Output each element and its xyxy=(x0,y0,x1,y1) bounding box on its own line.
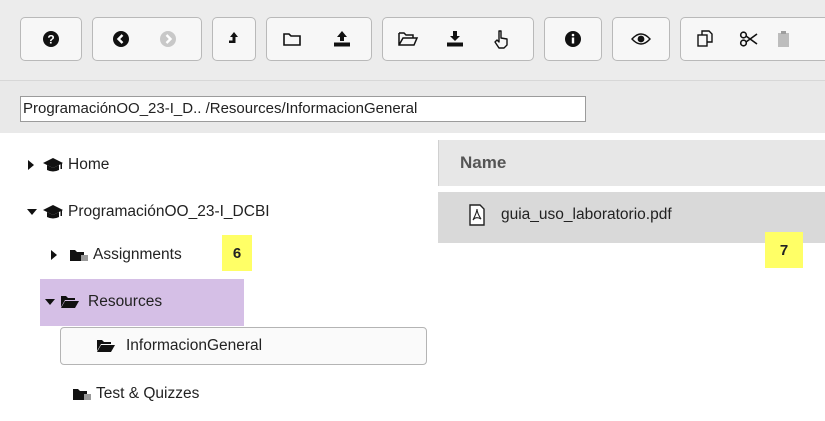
parent-button-group xyxy=(212,17,256,61)
path-field[interactable]: ProgramaciónOO_23-I_D.. /Resources/Infor… xyxy=(20,96,586,122)
open-folder-icon xyxy=(97,340,115,352)
folder-icon xyxy=(73,389,91,400)
open-folder-icon xyxy=(61,296,79,308)
preview-button-group xyxy=(612,17,670,61)
clipboard-button-group xyxy=(680,17,825,61)
toolbar: ? xyxy=(0,0,825,80)
file-name: guia_uso_laboratorio.pdf xyxy=(501,206,672,223)
new-folder-icon xyxy=(283,33,301,46)
select-button[interactable] xyxy=(477,18,527,60)
preview-button[interactable] xyxy=(613,18,669,60)
help-button[interactable]: ? xyxy=(21,18,81,60)
new-folder-button[interactable] xyxy=(267,18,317,60)
tree-item-informacion-general[interactable]: InformacionGeneral xyxy=(96,333,262,359)
paste-button[interactable] xyxy=(769,18,799,60)
tree-item-test-quizzes[interactable]: Test & Quizzes xyxy=(72,381,199,407)
info-button[interactable] xyxy=(545,18,601,60)
graduation-cap-icon xyxy=(43,205,63,219)
tree-item-site[interactable]: ProgramaciónOO_23-I_DCBI xyxy=(26,199,270,225)
caret-right-icon xyxy=(28,160,34,170)
tree-item-label: InformacionGeneral xyxy=(126,337,263,354)
annotation-badge-6: 6 xyxy=(222,235,252,271)
forward-button[interactable] xyxy=(148,18,188,60)
download-icon xyxy=(447,31,463,47)
parent-folder-button[interactable] xyxy=(213,18,255,60)
caret-right-icon xyxy=(51,250,57,260)
svg-text:?: ? xyxy=(47,33,54,47)
cut-button[interactable] xyxy=(729,18,769,60)
open-button[interactable] xyxy=(383,18,433,60)
tree-item-assignments[interactable]: Assignments xyxy=(49,242,182,268)
cut-icon xyxy=(739,31,758,47)
select-icon xyxy=(494,30,508,49)
paste-icon xyxy=(778,31,789,47)
download-button[interactable] xyxy=(433,18,477,60)
back-button[interactable] xyxy=(93,18,148,60)
forward-icon xyxy=(160,31,176,47)
copy-icon xyxy=(697,30,713,47)
tree-item-label: ProgramaciónOO_23-I_DCBI xyxy=(68,203,270,220)
navigation-button-group xyxy=(92,17,202,61)
help-icon: ? xyxy=(43,31,59,47)
create-button-group xyxy=(266,17,372,61)
back-icon xyxy=(112,31,129,47)
file-list-panel: Name guia_uso_laboratorio.pdf xyxy=(438,140,825,421)
file-list-header: Name xyxy=(438,140,825,186)
tree-item-label: Resources xyxy=(88,293,163,310)
help-button-group: ? xyxy=(20,17,82,61)
open-folder-icon xyxy=(398,32,419,46)
tree-item-home[interactable]: Home xyxy=(26,152,109,178)
caret-down-icon xyxy=(45,299,55,305)
tree-item-label: Home xyxy=(68,156,110,173)
info-icon xyxy=(565,31,581,47)
tree-item-resources[interactable]: Resources xyxy=(44,289,162,315)
tree-item-label: Test & Quizzes xyxy=(96,385,200,402)
preview-icon xyxy=(631,33,651,45)
upload-button[interactable] xyxy=(317,18,367,60)
upload-icon xyxy=(334,31,350,47)
graduation-cap-icon xyxy=(43,158,63,172)
annotation-badge-7: 7 xyxy=(765,232,803,268)
info-button-group xyxy=(544,17,602,61)
file-actions-group xyxy=(382,17,534,61)
folder-icon xyxy=(70,250,88,261)
pdf-file-icon xyxy=(469,204,485,226)
parent-folder-icon xyxy=(229,32,238,43)
path-bar: ProgramaciónOO_23-I_D.. /Resources/Infor… xyxy=(0,80,825,133)
caret-down-icon xyxy=(27,209,37,215)
name-column-header[interactable]: Name xyxy=(460,153,506,173)
copy-button[interactable] xyxy=(681,18,729,60)
tree-item-label: Assignments xyxy=(93,246,182,263)
